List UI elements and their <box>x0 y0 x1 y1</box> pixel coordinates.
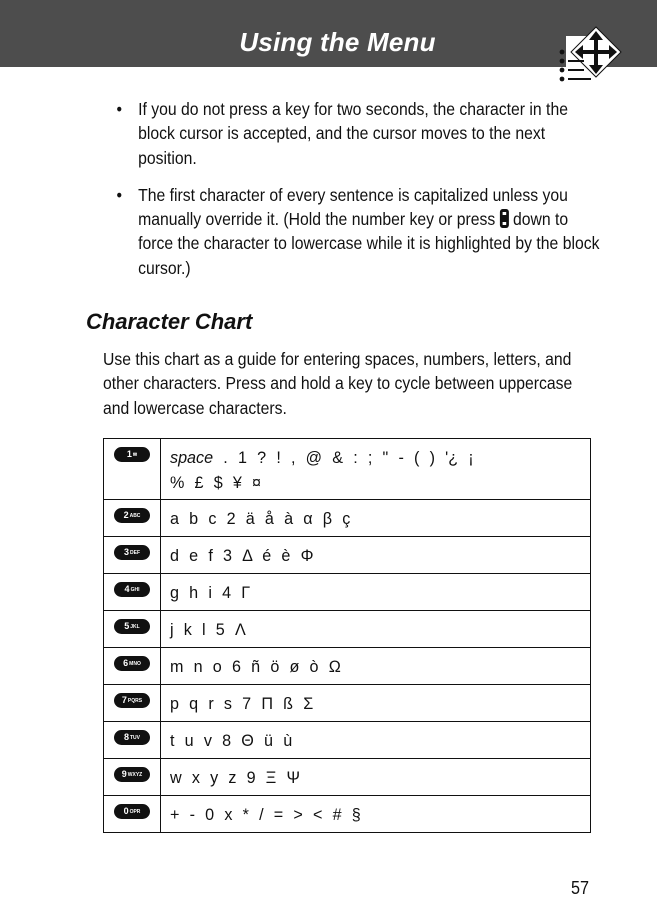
key-cell: 8TUV <box>103 721 161 759</box>
key-letters: ABC <box>129 513 141 519</box>
bullet-dot: • <box>116 184 123 205</box>
table-row: 0OPR + - 0 x * / = > < # § <box>103 795 591 833</box>
page-number: 57 <box>571 878 590 898</box>
key-number: 2 <box>123 510 129 520</box>
key-number: 0 <box>123 806 129 816</box>
characters: p q r s 7 Π ß Σ <box>170 694 314 713</box>
key-cell: 9WXYZ <box>103 758 161 796</box>
keypad-key-3-icon: 3DEF <box>114 545 150 560</box>
key-cell: 4GHI <box>103 573 161 611</box>
keypad-key-2-icon: 2ABC <box>114 508 150 523</box>
key-number: 6 <box>123 658 129 668</box>
key-number: 9 <box>121 769 127 779</box>
characters: w x y z 9 Ξ Ψ <box>170 768 300 787</box>
characters: j k l 5 Λ <box>170 620 246 639</box>
key-letters: JKL <box>130 624 140 630</box>
character-list: + - 0 x * / = > < # § <box>170 802 569 827</box>
keypad-key-0-icon: 0OPR <box>114 804 150 819</box>
key-letters: ✉ <box>132 452 138 458</box>
characters-cell: t u v 8 Θ ü ù <box>160 721 591 759</box>
key-number: 7 <box>121 695 127 705</box>
bullet-text: If you do not press a key for two second… <box>138 99 568 168</box>
table-row: 8TUV t u v 8 Θ ü ù <box>103 721 591 759</box>
table-row: 6MNO m n o 6 ñ ö ø ò Ω <box>103 647 591 685</box>
table-row: 2ABC a b c 2 ä å à α β ç <box>103 499 591 537</box>
characters: d e f 3 Δ é è Φ <box>170 546 314 565</box>
characters-cell: d e f 3 Δ é è Φ <box>160 536 591 574</box>
keypad-key-1-icon: 1✉ <box>114 447 150 462</box>
bullet-item: • The first character of every sentence … <box>112 183 606 280</box>
character-list: space . 1 ? ! , @ & : ; " - ( ) '¿ ¡ % £ … <box>170 445 569 495</box>
character-list: d e f 3 Δ é è Φ <box>170 543 569 568</box>
table-row: 4GHI g h i 4 Γ <box>103 573 591 611</box>
character-list: g h i 4 Γ <box>170 580 569 605</box>
navigation-key-icon <box>499 209 509 229</box>
characters-line-2: % £ $ ¥ ¤ <box>170 473 262 492</box>
bullet-list: • If you do not press a key for two seco… <box>112 97 600 293</box>
key-cell: 7PQRS <box>103 684 161 722</box>
table-row: 7PQRS p q r s 7 Π ß Σ <box>103 684 591 722</box>
key-number: 4 <box>124 584 130 594</box>
key-number: 8 <box>123 732 129 742</box>
key-letters: MNO <box>129 661 141 667</box>
key-cell: 3DEF <box>103 536 161 574</box>
key-letters: PQRS <box>127 698 143 704</box>
character-list: a b c 2 ä å à α β ç <box>170 506 569 531</box>
characters-cell: a b c 2 ä å à α β ç <box>160 499 591 537</box>
section-intro: Use this chart as a guide for entering s… <box>103 349 573 418</box>
character-list: t u v 8 Θ ü ù <box>170 728 569 753</box>
key-cell: 2ABC <box>103 499 161 537</box>
key-letters: GHI <box>130 587 140 593</box>
keypad-key-4-icon: 4GHI <box>114 582 150 597</box>
key-cell: 0OPR <box>103 795 161 833</box>
table-row: 5JKL j k l 5 Λ <box>103 610 591 648</box>
table-row: 9WXYZ w x y z 9 Ξ Ψ <box>103 758 591 796</box>
keypad-key-7-icon: 7PQRS <box>114 693 150 708</box>
character-list: p q r s 7 Π ß Σ <box>170 691 569 716</box>
characters-cell: w x y z 9 Ξ Ψ <box>160 758 591 796</box>
characters-cell: j k l 5 Λ <box>160 610 591 648</box>
menu-navigation-icon <box>559 26 622 82</box>
characters: a b c 2 ä å à α β ç <box>170 509 351 528</box>
characters-cell: space . 1 ? ! , @ & : ; " - ( ) '¿ ¡ % £ … <box>160 438 591 500</box>
key-cell: 6MNO <box>103 647 161 685</box>
key-letters: TUV <box>130 735 140 741</box>
character-list: j k l 5 Λ <box>170 617 569 642</box>
keypad-key-5-icon: 5JKL <box>114 619 150 634</box>
characters: . 1 ? ! , @ & : ; " - ( ) '¿ ¡ <box>223 448 474 467</box>
bullet-item: • If you do not press a key for two seco… <box>112 97 606 170</box>
key-cell: 1✉ <box>103 438 161 500</box>
characters-cell: m n o 6 ñ ö ø ò Ω <box>160 647 591 685</box>
table-row: 3DEF d e f 3 Δ é è Φ <box>103 536 591 574</box>
characters-cell: p q r s 7 Π ß Σ <box>160 684 591 722</box>
characters-cell: g h i 4 Γ <box>160 573 591 611</box>
keypad-key-9-icon: 9WXYZ <box>114 767 150 782</box>
character-list: m n o 6 ñ ö ø ò Ω <box>170 654 569 679</box>
characters: + - 0 x * / = > < # § <box>170 805 361 824</box>
table-row: 1✉ space . 1 ? ! , @ & : ; " - ( ) '¿ ¡ % … <box>103 438 591 500</box>
characters: m n o 6 ñ ö ø ò Ω <box>170 657 341 676</box>
character-chart-table: 1✉ space . 1 ? ! , @ & : ; " - ( ) '¿ ¡ % … <box>103 438 591 833</box>
section-title: Character Chart <box>86 309 253 334</box>
characters: g h i 4 Γ <box>170 583 251 602</box>
keypad-key-8-icon: 8TUV <box>114 730 150 745</box>
bullet-dot: • <box>116 99 123 119</box>
characters: t u v 8 Θ ü ù <box>170 731 293 750</box>
key-cell: 5JKL <box>103 610 161 648</box>
character-list: w x y z 9 Ξ Ψ <box>170 765 569 790</box>
keypad-key-6-icon: 6MNO <box>114 656 150 671</box>
key-letters: OPR <box>129 809 141 815</box>
key-number: 5 <box>124 621 130 631</box>
key-number: 1 <box>126 449 132 459</box>
space-label: space <box>170 448 214 467</box>
key-number: 3 <box>123 547 129 557</box>
key-letters: WXYZ <box>127 772 143 778</box>
key-letters: DEF <box>130 550 140 556</box>
characters-cell: + - 0 x * / = > < # § <box>160 795 591 833</box>
